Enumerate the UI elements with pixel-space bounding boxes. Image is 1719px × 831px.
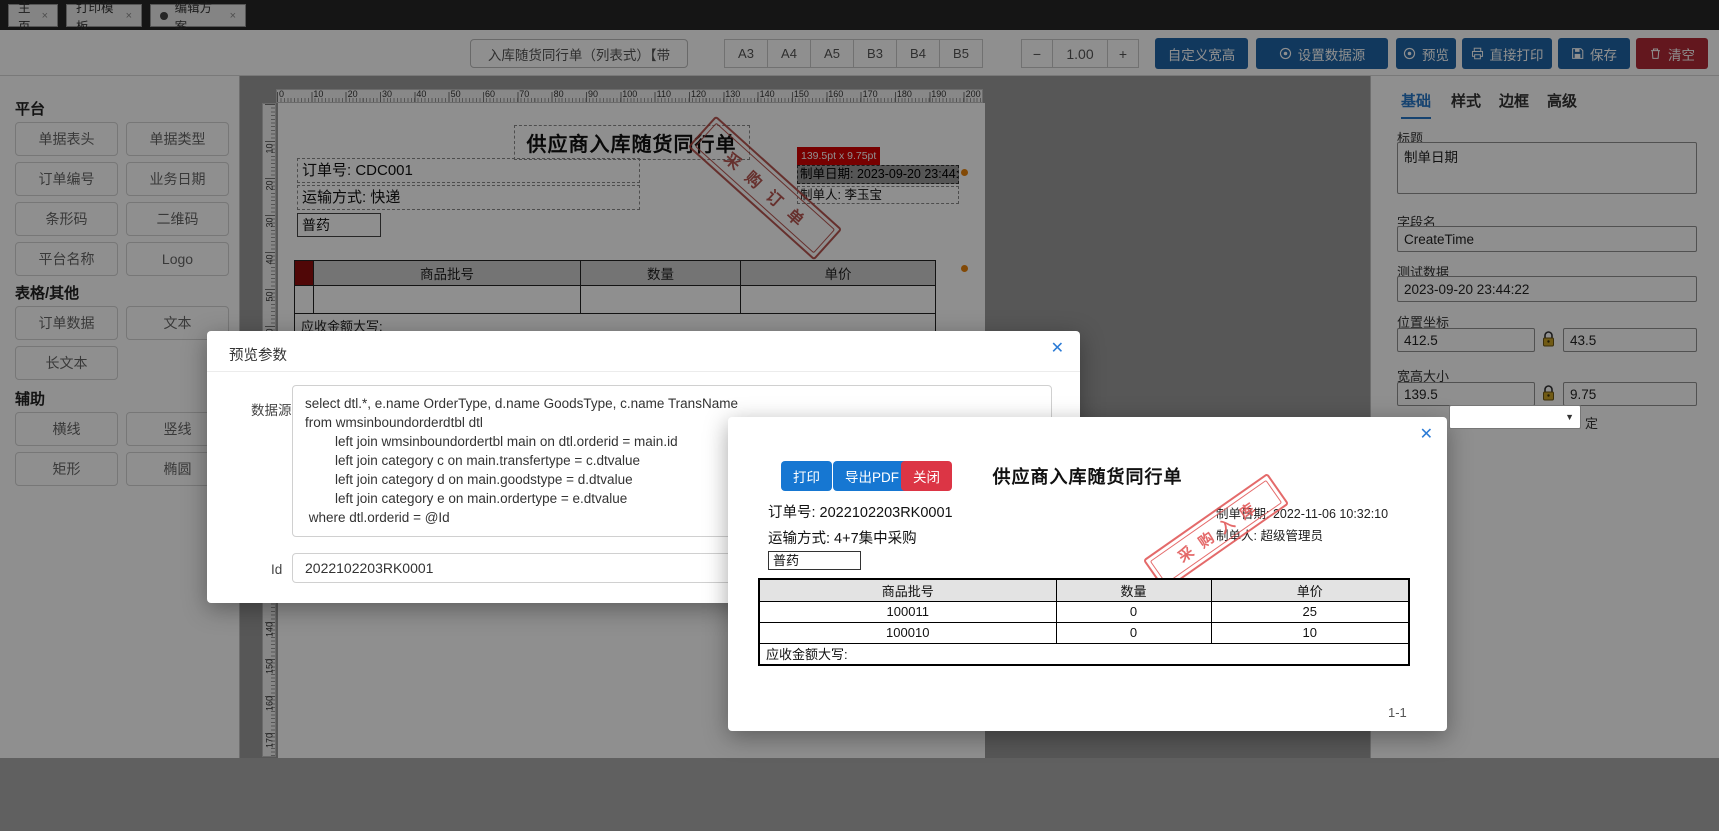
table-col-header: 单价 [1210,578,1410,602]
table-cell: 100011 [758,600,1057,623]
table-col-header: 商品批号 [758,578,1057,602]
preview-drug-type: 普药 [768,551,861,570]
dialog-title: 预览参数 [229,348,287,364]
close-button[interactable]: 关闭 [901,461,952,491]
app-root: 主页 × 打印模板 × 编辑方案 × 入库随货同行单（列表式）【带 A3 A4 A5… [0,0,1719,831]
close-icon[interactable]: ✕ [1420,427,1433,443]
preview-order-no: 订单号: 2022102203RK0001 [768,505,953,521]
table-cell: 100010 [758,621,1057,644]
preview-transport: 运输方式: 4+7集中采购 [768,531,917,547]
page-indicator: 1-1 [1388,705,1407,720]
print-button[interactable]: 打印 [781,461,832,491]
chevron-down-icon: ▼ [1565,412,1574,422]
table-body: 100011 0 25 100010 0 10 [758,600,1410,644]
table-col-header: 数量 [1055,578,1212,602]
table-row: 100011 0 25 [758,600,1410,623]
table-row: 100010 0 10 [758,621,1410,644]
table-cell: 10 [1210,621,1410,644]
print-preview-dialog: ✕ 打印 导出PDF 关闭 供应商入库随货同行单 订单号: 2022102203… [728,417,1447,731]
table-cell: 0 [1055,621,1212,644]
floating-select-dropdown[interactable]: ▼ [1449,405,1581,429]
table-cell: 0 [1055,600,1212,623]
table-cell: 25 [1210,600,1410,623]
export-pdf-button[interactable]: 导出PDF [833,461,911,491]
divider [207,371,1080,372]
id-label: Id [271,562,283,577]
datasource-label: 数据源 [251,403,292,418]
preview-doc-title: 供应商入库随货同行单 [992,467,1183,487]
amount-in-words: 应收金额大写: [758,642,1410,666]
preview-order-table: 商品批号 数量 单价 100011 0 25 100010 0 10 应收金额大… [758,578,1410,666]
close-icon[interactable]: ✕ [1051,341,1064,357]
